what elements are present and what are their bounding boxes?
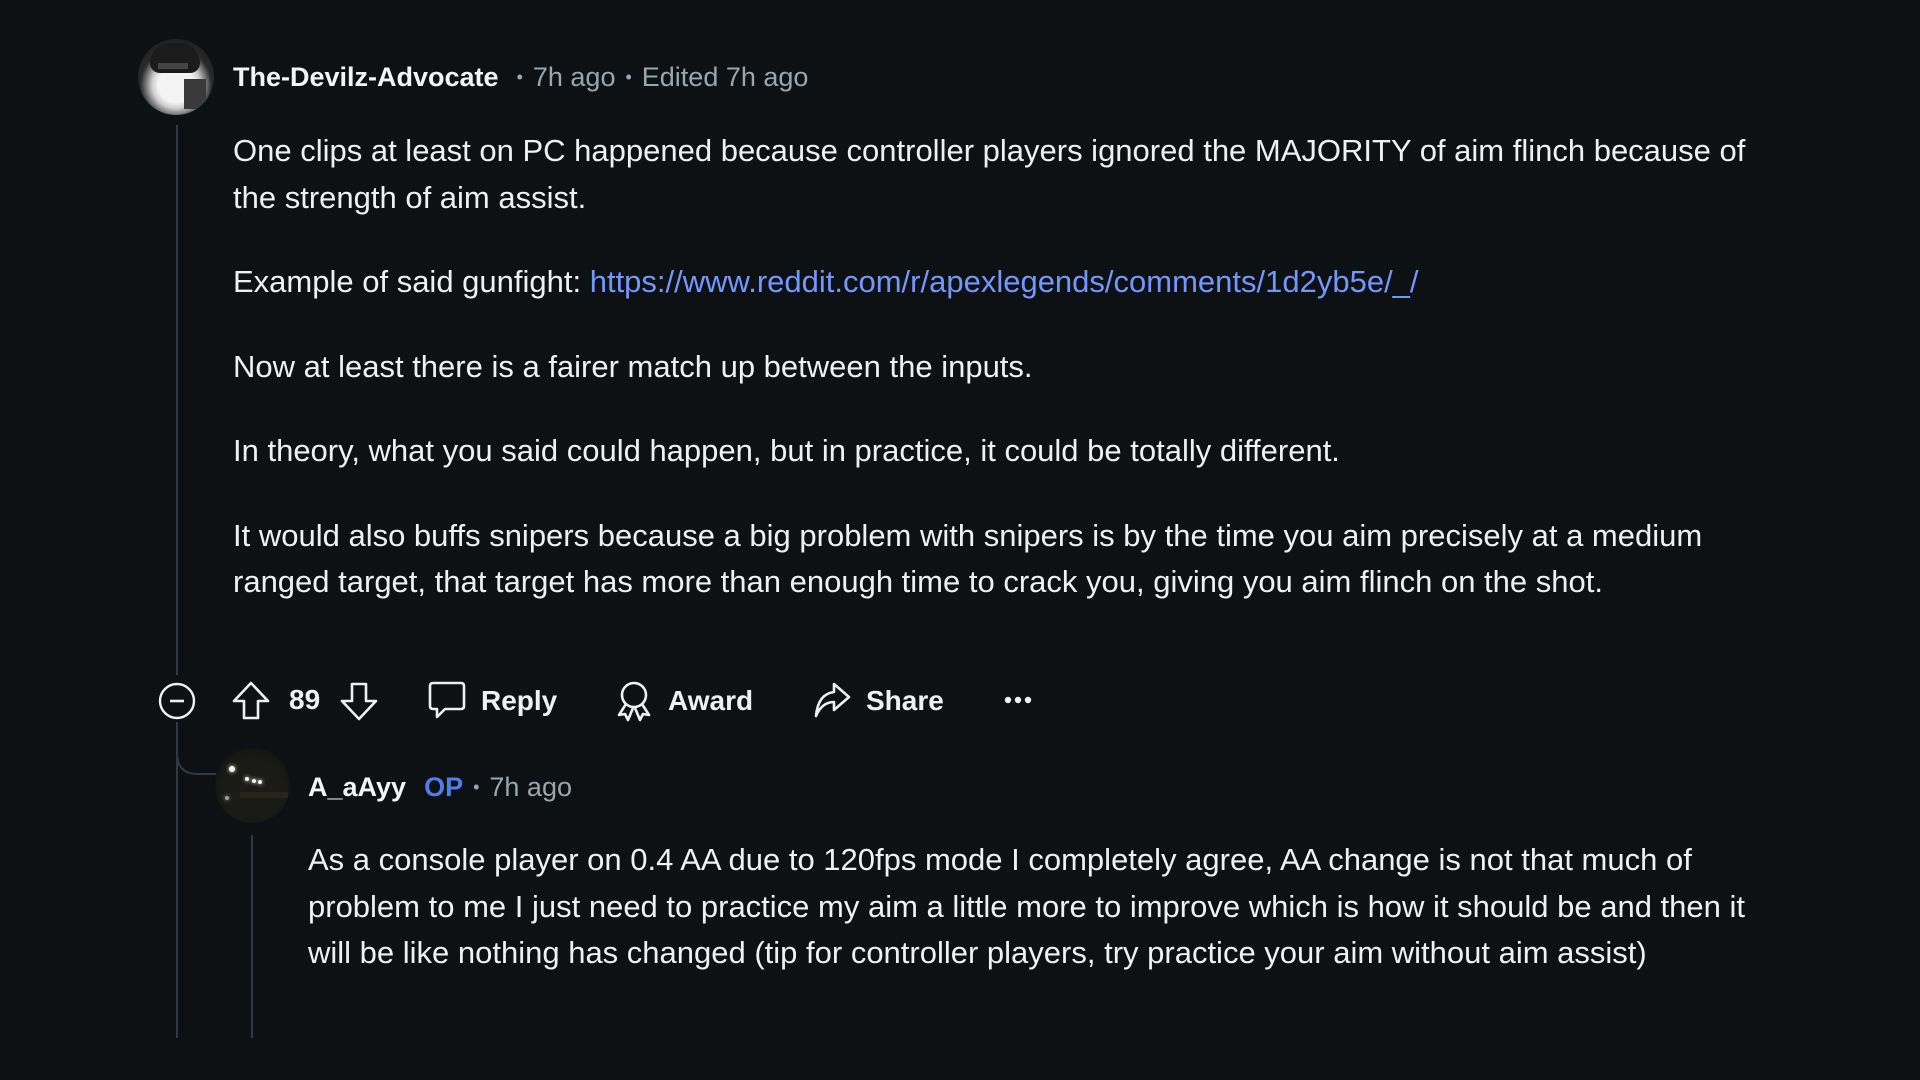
reply-label: Reply xyxy=(481,685,558,716)
thread-line-main[interactable] xyxy=(176,125,178,675)
share-label: Share xyxy=(866,685,944,716)
gunfight-link[interactable]: https://www.reddit.com/r/apexlegends/com… xyxy=(590,264,1419,299)
separator-dot: • xyxy=(473,776,480,797)
downvote-button[interactable] xyxy=(339,680,379,722)
reply-connector xyxy=(176,735,216,775)
collapse-button[interactable] xyxy=(157,681,197,721)
comment-bubble-icon xyxy=(428,681,466,719)
comment-paragraph: One clips at least on PC happened becaus… xyxy=(233,133,1746,215)
more-options-button[interactable] xyxy=(1000,680,1036,720)
comment-paragraph: In theory, what you said could happen, b… xyxy=(233,433,1340,468)
share-button[interactable]: Share xyxy=(812,679,944,723)
award-label: Award xyxy=(668,685,754,716)
reply-author-name[interactable]: A_aAyy xyxy=(308,772,406,803)
reply-meta: A_aAyy OP • 7h ago xyxy=(308,768,572,806)
paragraph-prefix: Example of said gunfight: xyxy=(233,264,590,299)
vote-count: 89 xyxy=(289,684,321,715)
comment-paragraph: Example of said gunfight: https://www.re… xyxy=(233,259,1778,306)
upvote-button[interactable] xyxy=(231,680,271,722)
reply-paragraph: As a console player on 0.4 AA due to 120… xyxy=(308,842,1746,970)
avatar[interactable] xyxy=(138,39,214,115)
comment-paragraph: Now at least there is a fairer match up … xyxy=(233,348,1033,384)
award-icon xyxy=(617,681,651,722)
comment-time[interactable]: 7h ago xyxy=(533,62,616,93)
separator-dot: • xyxy=(625,66,632,87)
thread-line-reply[interactable] xyxy=(251,835,253,1038)
comment-meta: The-Devilz-Advocate • 7h ago • Edited 7h… xyxy=(233,58,808,96)
comment-body: One clips at least on PC happened becaus… xyxy=(233,128,1778,644)
reply-avatar[interactable] xyxy=(215,748,290,823)
author-name[interactable]: The-Devilz-Advocate xyxy=(233,62,499,93)
upvote-icon xyxy=(232,681,270,720)
comment-paragraph: It would also buffs snipers because a bi… xyxy=(233,517,1703,600)
edited-label: Edited 7h ago xyxy=(641,61,809,92)
reply-button[interactable]: Reply xyxy=(427,679,557,723)
award-button[interactable]: Award xyxy=(614,679,753,723)
downvote-icon xyxy=(340,682,378,721)
reply-body: As a console player on 0.4 AA due to 120… xyxy=(308,837,1748,977)
op-badge: OP xyxy=(424,771,464,802)
separator-dot: • xyxy=(516,66,523,87)
more-icon xyxy=(1004,696,1032,704)
share-icon xyxy=(814,682,851,718)
reply-time[interactable]: 7h ago xyxy=(489,772,572,803)
collapse-icon xyxy=(158,682,196,720)
